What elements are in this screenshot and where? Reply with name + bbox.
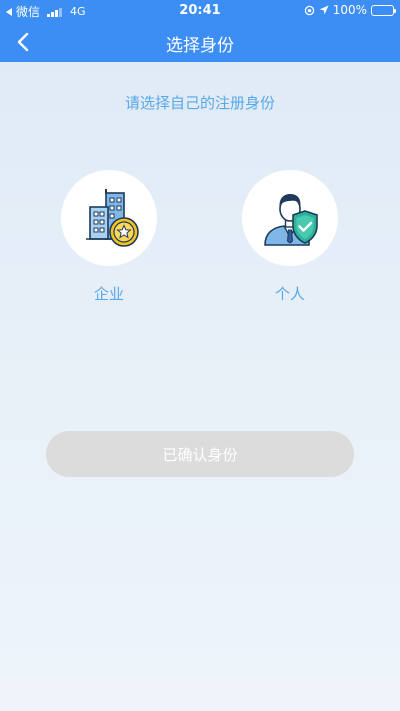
option-personal[interactable]: 个人 xyxy=(242,170,338,304)
page-title: 选择身份 xyxy=(166,36,234,56)
battery-percent: 100% xyxy=(332,3,367,17)
battery-icon xyxy=(371,4,396,16)
status-bar: 微信 4G 20:41 100% xyxy=(0,0,400,22)
location-icon xyxy=(319,5,329,15)
company-icon-circle[interactable] xyxy=(61,170,157,266)
option-company-label[interactable]: 企业 xyxy=(61,283,157,304)
orientation-lock-icon xyxy=(304,5,315,16)
building-star-icon xyxy=(86,189,139,247)
option-personal-label[interactable]: 个人 xyxy=(242,283,338,304)
registration-prompt: 请选择自己的注册身份 xyxy=(124,94,275,112)
personal-icon-circle[interactable] xyxy=(242,170,338,266)
option-company[interactable]: 企业 xyxy=(61,170,157,304)
nav-bar: 选择身份 xyxy=(0,22,400,62)
header: 微信 4G 20:41 100% 选择身份 xyxy=(0,0,400,62)
confirm-identity-button[interactable]: 已确认身份 xyxy=(46,431,354,477)
person-shield-icon xyxy=(264,194,318,246)
status-right: 100% xyxy=(304,3,396,17)
